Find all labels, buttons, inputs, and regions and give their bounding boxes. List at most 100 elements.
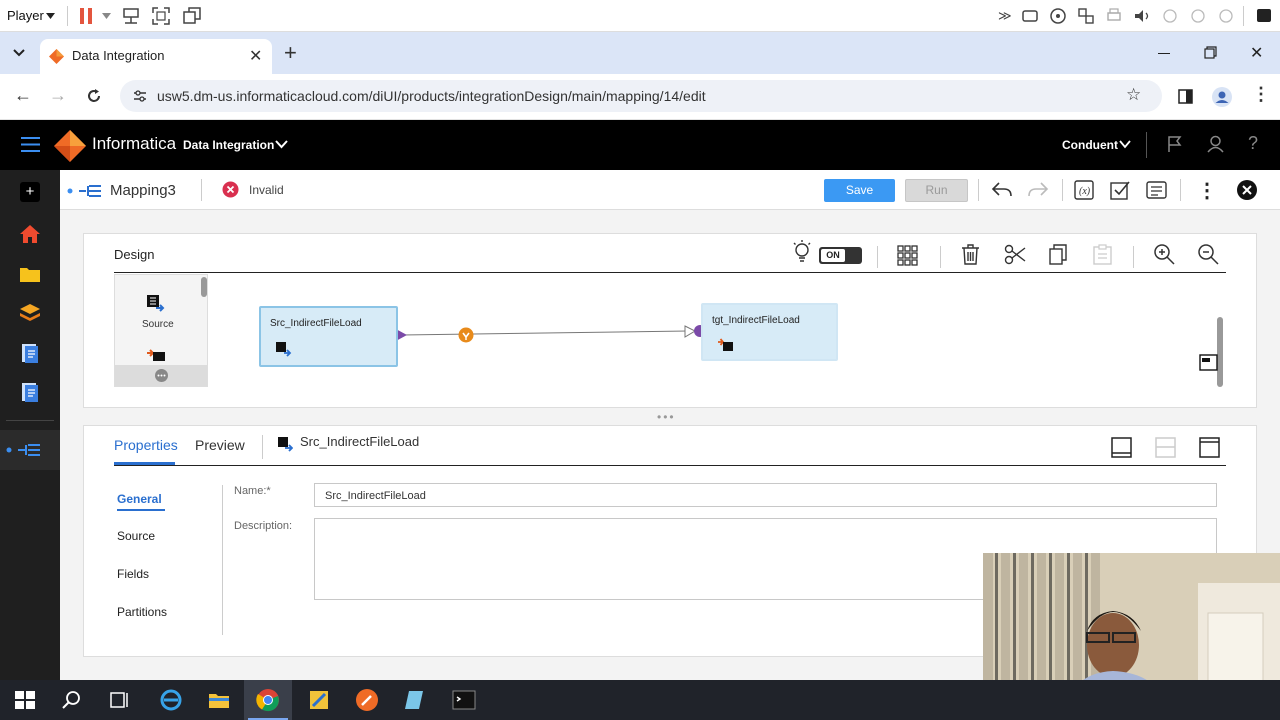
paste-icon[interactable] xyxy=(1093,244,1112,265)
drive-icon[interactable] xyxy=(1021,7,1039,25)
target-transformation-icon xyxy=(718,338,733,351)
chevron-down-icon[interactable] xyxy=(275,140,288,149)
maximize-panel-icon[interactable] xyxy=(1199,437,1220,458)
product-name[interactable]: Data Integration xyxy=(183,138,274,152)
restore-icon[interactable] xyxy=(1204,46,1217,59)
search-icon[interactable] xyxy=(60,688,84,712)
file-explorer-icon[interactable] xyxy=(207,688,231,712)
validate-icon[interactable] xyxy=(1110,180,1130,200)
url-text[interactable]: usw5.dm-us.informaticacloud.com/diUI/pro… xyxy=(157,88,706,104)
chevron-down-icon[interactable] xyxy=(102,13,111,19)
zoom-out-icon[interactable] xyxy=(1198,244,1219,265)
browser-tab[interactable]: Data Integration ✕ xyxy=(40,39,272,74)
bookmark-star-icon[interactable]: ☆ xyxy=(1126,85,1141,105)
source-node[interactable]: Src_IndirectFileLoad xyxy=(259,306,398,367)
rail-item-mapping[interactable] xyxy=(0,430,60,470)
kebab-menu-icon[interactable]: ⋮ xyxy=(1252,84,1270,105)
device-icon[interactable] xyxy=(1217,7,1235,25)
more-icon[interactable]: ≫ xyxy=(998,8,1012,24)
run-button[interactable]: Run xyxy=(905,179,968,202)
palette-more-bar[interactable] xyxy=(115,365,207,386)
undo-icon[interactable] xyxy=(991,181,1013,199)
nav-fields[interactable]: Fields xyxy=(117,567,149,581)
network-icon[interactable] xyxy=(122,7,140,25)
overview-icon[interactable] xyxy=(1199,354,1218,371)
reload-icon[interactable] xyxy=(86,88,102,104)
plus-icon[interactable]: + xyxy=(20,182,40,202)
pen-tool-icon[interactable] xyxy=(355,688,379,712)
nav-partitions[interactable]: Partitions xyxy=(117,605,167,619)
palette-scrollbar[interactable] xyxy=(201,277,207,297)
taskbar-chrome-active[interactable] xyxy=(244,680,292,720)
disc-icon[interactable] xyxy=(1049,7,1067,25)
name-field[interactable]: Src_IndirectFileLoad xyxy=(314,483,1217,507)
save-button[interactable]: Save xyxy=(824,179,895,202)
bluetooth-icon[interactable] xyxy=(1189,7,1207,25)
paint-tool-icon[interactable] xyxy=(307,688,331,712)
close-tab-icon[interactable]: ✕ xyxy=(249,46,262,66)
tab-search-icon[interactable] xyxy=(13,49,25,57)
hamburger-icon[interactable] xyxy=(21,137,40,152)
windows-start-icon[interactable] xyxy=(13,688,37,712)
redo-icon[interactable] xyxy=(1027,181,1049,199)
player-menu[interactable]: Player xyxy=(7,8,44,23)
internet-explorer-icon[interactable] xyxy=(159,688,183,712)
chevron-down-icon[interactable] xyxy=(46,13,55,19)
chevron-down-icon[interactable] xyxy=(1119,140,1131,149)
tab-preview[interactable]: Preview xyxy=(195,437,245,453)
pause-icon[interactable] xyxy=(77,7,95,25)
kebab-menu-icon[interactable]: ⋮ xyxy=(1197,178,1217,203)
task-view-icon[interactable] xyxy=(108,688,132,712)
target-transformation-icon[interactable] xyxy=(146,349,166,361)
delete-icon[interactable] xyxy=(961,244,980,265)
more-icon[interactable] xyxy=(155,369,168,382)
help-icon[interactable]: ? xyxy=(1248,133,1258,154)
restore-panel-icon[interactable] xyxy=(1155,437,1176,458)
minimize-panel-icon[interactable] xyxy=(1111,437,1132,458)
link-rule-icon[interactable] xyxy=(458,327,474,343)
usb-icon[interactable] xyxy=(1161,7,1179,25)
close-mapping-icon[interactable] xyxy=(1237,180,1257,200)
side-panel-icon[interactable] xyxy=(1178,89,1193,104)
new-tab-icon[interactable]: + xyxy=(284,40,297,66)
close-window-icon[interactable]: ✕ xyxy=(1250,43,1263,63)
folder-icon[interactable] xyxy=(19,263,41,285)
tab-properties[interactable]: Properties xyxy=(114,437,178,453)
source-transformation-icon[interactable] xyxy=(146,294,166,314)
forward-icon[interactable]: → xyxy=(49,85,67,106)
back-icon[interactable]: ← xyxy=(14,85,32,106)
terminal-icon[interactable] xyxy=(452,688,476,712)
canvas-scrollbar[interactable] xyxy=(1217,317,1223,387)
flag-icon[interactable] xyxy=(1167,136,1183,153)
notepad-icon[interactable] xyxy=(403,688,427,712)
minimize-icon[interactable] xyxy=(1158,53,1170,54)
fullscreen-icon[interactable] xyxy=(152,7,170,25)
unity-icon[interactable] xyxy=(1255,7,1273,25)
copy-icon[interactable] xyxy=(1049,244,1068,265)
window-icon[interactable] xyxy=(183,7,201,25)
document-icon[interactable] xyxy=(19,381,41,403)
document-icon[interactable] xyxy=(19,342,41,364)
mapping-link[interactable] xyxy=(394,316,714,346)
zoom-in-icon[interactable] xyxy=(1154,244,1175,265)
printer-icon[interactable] xyxy=(1105,7,1123,25)
home-icon[interactable] xyxy=(19,223,41,245)
parameters-icon[interactable]: (x) xyxy=(1074,180,1094,200)
cut-icon[interactable] xyxy=(1004,244,1026,265)
smart-match-toggle[interactable]: ON xyxy=(819,247,862,264)
omnibox[interactable]: usw5.dm-us.informaticacloud.com/diUI/pro… xyxy=(120,80,1162,112)
profile-icon[interactable] xyxy=(1212,87,1232,107)
network-adapter-icon[interactable] xyxy=(1077,7,1095,25)
lightbulb-icon[interactable] xyxy=(791,240,813,266)
org-name[interactable]: Conduent xyxy=(1062,138,1118,152)
panel-splitter-handle[interactable]: ••• xyxy=(657,410,676,424)
user-icon[interactable] xyxy=(1207,135,1224,153)
site-settings-icon[interactable] xyxy=(133,89,147,103)
sound-icon[interactable] xyxy=(1133,7,1151,25)
preview-data-icon[interactable] xyxy=(1146,180,1168,200)
target-node[interactable]: tgt_IndirectFileLoad xyxy=(701,303,838,361)
nav-source[interactable]: Source xyxy=(117,529,155,543)
nav-general[interactable]: General xyxy=(117,492,162,506)
layers-icon[interactable] xyxy=(19,302,41,324)
arrange-grid-icon[interactable] xyxy=(897,245,918,266)
